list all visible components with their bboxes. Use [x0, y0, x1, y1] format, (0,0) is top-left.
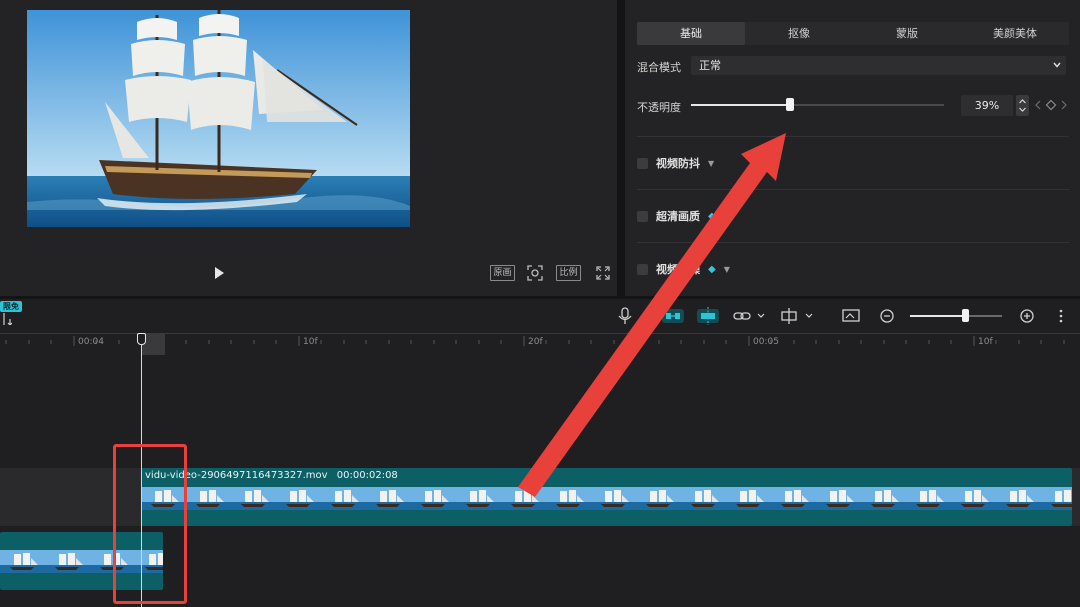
divider — [637, 242, 1069, 243]
playhead-handle[interactable] — [137, 333, 146, 345]
divider — [637, 189, 1069, 190]
ruler-label: 00:04 — [78, 337, 104, 347]
tab-basic[interactable]: 基础 — [637, 22, 745, 45]
opacity-slider-thumb[interactable] — [785, 98, 794, 111]
play-icon[interactable] — [212, 266, 226, 280]
caret-down-icon[interactable]: ▼ — [724, 265, 730, 274]
caret-down-icon[interactable]: ▼ — [708, 159, 714, 168]
zoom-slider-thumb[interactable] — [962, 309, 969, 322]
filmstrip-thumbnail — [501, 487, 546, 510]
more-icon[interactable] — [1057, 306, 1065, 326]
aspect-ratio-button[interactable]: 比例 — [556, 265, 581, 281]
zoom-out-icon[interactable] — [879, 306, 895, 326]
filmstrip-thumbnail — [276, 487, 321, 510]
ship-image — [27, 10, 410, 227]
zoom-in-icon[interactable] — [1019, 306, 1035, 326]
ruler-label: 10f — [303, 337, 318, 347]
fullscreen-icon[interactable] — [595, 265, 611, 281]
vip-diamond-icon: ◆ — [708, 263, 716, 275]
stabilize-option[interactable]: 视频防抖 ▼ — [637, 155, 714, 171]
panel-divider[interactable] — [617, 0, 625, 296]
denoise-option[interactable]: 视频降噪 ◆ ▼ — [637, 261, 730, 277]
filmstrip-thumbnail — [726, 487, 771, 510]
stabilize-checkbox[interactable] — [637, 157, 648, 169]
divider — [637, 136, 1069, 137]
filmstrip-thumbnail — [45, 550, 90, 573]
filmstrip-thumbnail — [366, 487, 411, 510]
ruler-label: 10f — [978, 337, 993, 347]
filmstrip-thumbnail — [816, 487, 861, 510]
chevron-down-icon — [1053, 62, 1061, 68]
main-track-magnet-icon[interactable] — [662, 306, 684, 326]
filmstrip-thumbnail — [186, 487, 231, 510]
filmstrip-thumbnail — [411, 487, 456, 510]
blend-mode-label: 混合模式 — [637, 61, 681, 74]
filmstrip-thumbnail — [861, 487, 906, 510]
split-cursor-icon[interactable] — [2, 313, 12, 325]
opacity-value-input[interactable]: 39% — [961, 95, 1013, 116]
microphone-icon[interactable] — [617, 306, 633, 326]
properties-panel: 基础 抠像 蒙版 美颜美体 混合模式 正常 不透明度 39% 视频防抖 ▼ 超清… — [625, 0, 1080, 296]
tab-beauty[interactable]: 美颜美体 — [961, 22, 1069, 45]
free-badge: 限免 — [0, 301, 22, 312]
filmstrip-thumbnail — [546, 487, 591, 510]
denoise-checkbox[interactable] — [637, 263, 648, 275]
clip-duration: 00:00:02:08 — [336, 470, 398, 481]
props-tabs: 基础 抠像 蒙版 美颜美体 — [637, 22, 1069, 45]
filmstrip-thumbnail — [0, 550, 45, 573]
video-preview — [27, 10, 410, 227]
filmstrip-thumbnail — [951, 487, 996, 510]
clip-filmstrip — [141, 487, 1072, 510]
tab-chroma-key[interactable]: 抠像 — [745, 22, 853, 45]
filmstrip-thumbnail — [996, 487, 1041, 510]
thumbnail-toggle-icon[interactable] — [842, 306, 860, 326]
filmstrip-thumbnail — [1041, 487, 1072, 510]
filmstrip-thumbnail — [771, 487, 816, 510]
filmstrip-thumbnail — [321, 487, 366, 510]
keyframe-icon[interactable] — [1034, 99, 1068, 111]
filmstrip-thumbnail — [906, 487, 951, 510]
link-icon[interactable] — [732, 306, 768, 326]
super-resolution-label: 超清画质 — [656, 210, 700, 223]
filmstrip-thumbnail — [456, 487, 501, 510]
preview-panel: 原画 比例 — [0, 0, 617, 296]
denoise-label: 视频降噪 — [656, 263, 700, 276]
blend-mode-select[interactable]: 正常 — [691, 56, 1066, 75]
super-resolution-checkbox[interactable] — [637, 210, 648, 222]
preview-axis-icon[interactable] — [780, 306, 816, 326]
filmstrip-thumbnail — [231, 487, 276, 510]
ruler-label: 00:05 — [753, 337, 779, 347]
filmstrip-thumbnail — [636, 487, 681, 510]
original-size-button[interactable]: 原画 — [490, 265, 515, 281]
zoom-slider-fill — [910, 315, 966, 317]
filmstrip-thumbnail — [591, 487, 636, 510]
tab-mask[interactable]: 蒙版 — [853, 22, 961, 45]
super-resolution-option[interactable]: 超清画质 ◆ — [637, 208, 716, 224]
ruler-label: 20f — [528, 337, 543, 347]
opacity-stepper[interactable] — [1016, 95, 1029, 116]
vip-diamond-icon: ◆ — [708, 210, 716, 222]
fit-screen-icon[interactable] — [527, 265, 543, 281]
filmstrip-thumbnail — [681, 487, 726, 510]
stabilize-label: 视频防抖 — [656, 157, 700, 170]
opacity-slider-fill — [691, 104, 790, 106]
main-video-clip[interactable]: vidu-video-2906497116473327.mov 00:00:02… — [141, 468, 1072, 526]
auto-snap-icon[interactable] — [697, 306, 719, 326]
opacity-label: 不透明度 — [637, 101, 681, 114]
annotation-highlight-box — [113, 444, 187, 604]
blend-mode-value: 正常 — [699, 59, 721, 72]
